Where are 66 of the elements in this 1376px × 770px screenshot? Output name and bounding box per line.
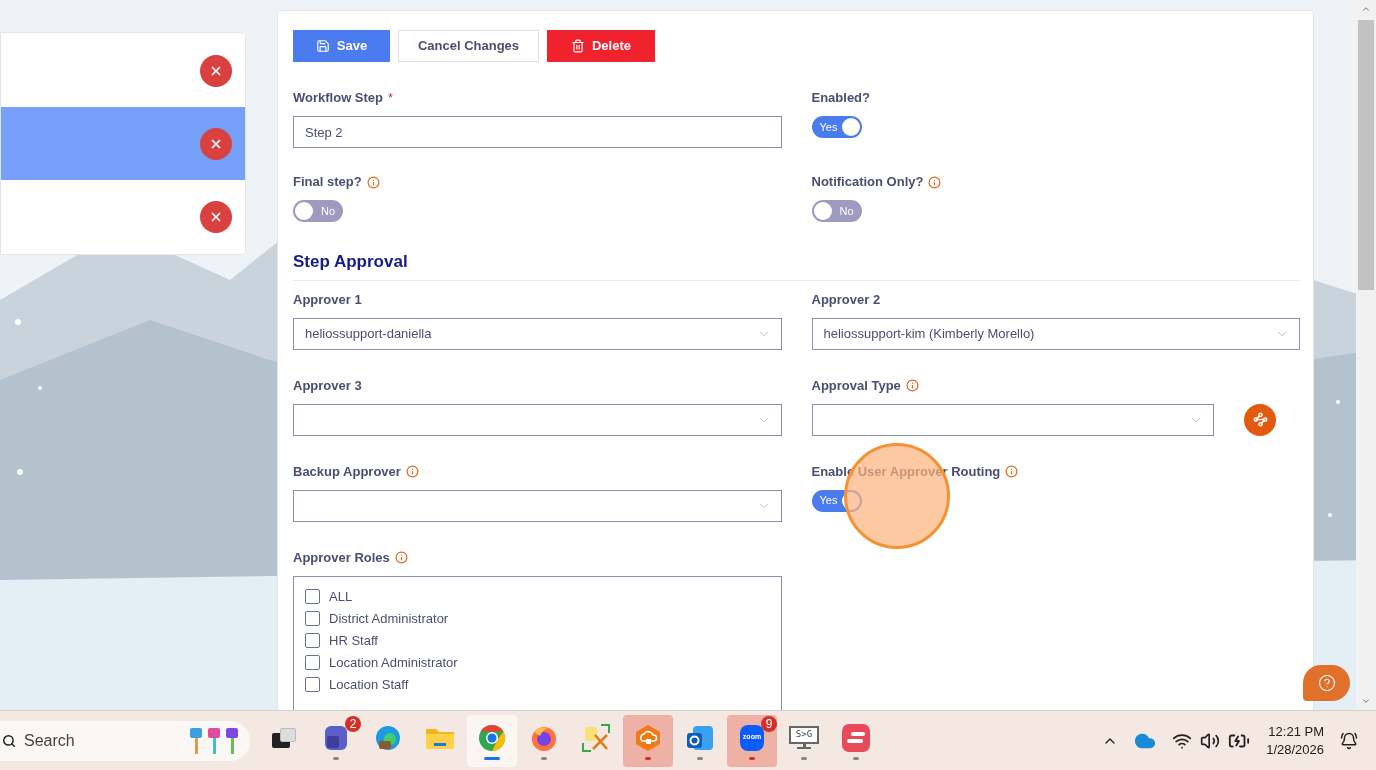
remove-button[interactable] <box>200 127 232 160</box>
field-label: Notification Only? <box>811 173 924 192</box>
taskbar-app-button[interactable]: S>G <box>779 714 829 767</box>
volume-icon[interactable] <box>1200 730 1221 751</box>
remove-button[interactable] <box>200 54 232 87</box>
field-label: Final step? <box>293 173 362 192</box>
field-label: Approver 3 <box>293 376 362 395</box>
lock-cloud-icon[interactable] <box>634 723 662 752</box>
info-icon[interactable] <box>405 465 419 478</box>
field-label: Approver 1 <box>293 290 362 309</box>
toggle-switch[interactable]: Yes <box>811 116 862 138</box>
clock-date[interactable]: 1/28/2026 <box>1266 740 1324 759</box>
select-field[interactable] <box>293 489 782 522</box>
checkbox[interactable] <box>305 589 320 604</box>
checkbox[interactable] <box>305 677 320 692</box>
delete-button[interactable]: Delete <box>547 30 655 62</box>
route-button[interactable] <box>1244 403 1276 436</box>
scroll-up-icon[interactable] <box>1361 4 1371 14</box>
trash-icon <box>571 39 585 53</box>
role-label[interactable]: Location Administrator <box>329 652 458 673</box>
notification-bell-icon[interactable] <box>1340 731 1358 750</box>
section-title: Step Approval <box>293 252 408 271</box>
notification-badge: 2 <box>345 715 361 732</box>
mail-app-icon[interactable] <box>685 723 715 752</box>
role-label[interactable]: HR Staff <box>329 630 378 651</box>
search-icon <box>2 733 16 748</box>
field-label: Backup Approver <box>293 462 401 481</box>
field-label: Workflow Step <box>293 89 384 108</box>
info-icon[interactable] <box>366 175 380 189</box>
notification-badge: 9 <box>761 715 777 732</box>
role-label[interactable]: Location Staff <box>329 674 409 695</box>
browser-icon[interactable] <box>374 723 402 752</box>
field-label: Approval Type <box>811 376 901 395</box>
field-label: Enabled? <box>811 89 870 108</box>
text-field[interactable]: Step 2 <box>293 116 782 148</box>
search-field[interactable]: Search <box>0 720 250 761</box>
route-icon <box>1252 412 1268 427</box>
taskbar-app-button[interactable]: 2 <box>311 714 361 767</box>
people-app-icon[interactable] <box>325 725 347 750</box>
help-icon <box>1317 674 1336 692</box>
checkbox[interactable] <box>305 655 320 670</box>
scroll-thumb[interactable] <box>1358 20 1374 290</box>
browser-icon[interactable] <box>478 723 506 752</box>
checkbox[interactable] <box>305 611 320 626</box>
role-label[interactable]: District Administrator <box>329 608 449 629</box>
save-button[interactable]: Save <box>293 30 390 62</box>
field-label: Approver Roles <box>293 548 390 567</box>
info-icon[interactable] <box>928 175 942 189</box>
remove-button[interactable] <box>200 200 232 233</box>
select-field[interactable] <box>811 403 1214 436</box>
checkbox[interactable] <box>305 633 320 648</box>
select-field[interactable] <box>293 403 782 436</box>
field-label: Approver 2 <box>811 290 881 309</box>
scroll-down-icon[interactable] <box>1361 696 1371 706</box>
info-icon[interactable] <box>1005 465 1019 478</box>
required-asterisk: * <box>388 89 394 108</box>
info-icon[interactable] <box>394 551 408 564</box>
info-icon[interactable] <box>905 379 919 392</box>
cancel-button[interactable]: Cancel Changes <box>398 30 539 62</box>
role-label[interactable]: ALL <box>329 586 353 607</box>
tools-icon[interactable] <box>581 722 611 753</box>
select-field[interactable]: heliossupport-daniella <box>293 317 782 350</box>
select-field[interactable]: heliossupport-kim (Kimberly Morello) <box>811 317 1300 350</box>
task-view-icon[interactable] <box>272 727 296 748</box>
stripes-app-icon[interactable] <box>842 723 870 752</box>
clock-time[interactable]: 12:21 PM <box>1268 722 1324 741</box>
